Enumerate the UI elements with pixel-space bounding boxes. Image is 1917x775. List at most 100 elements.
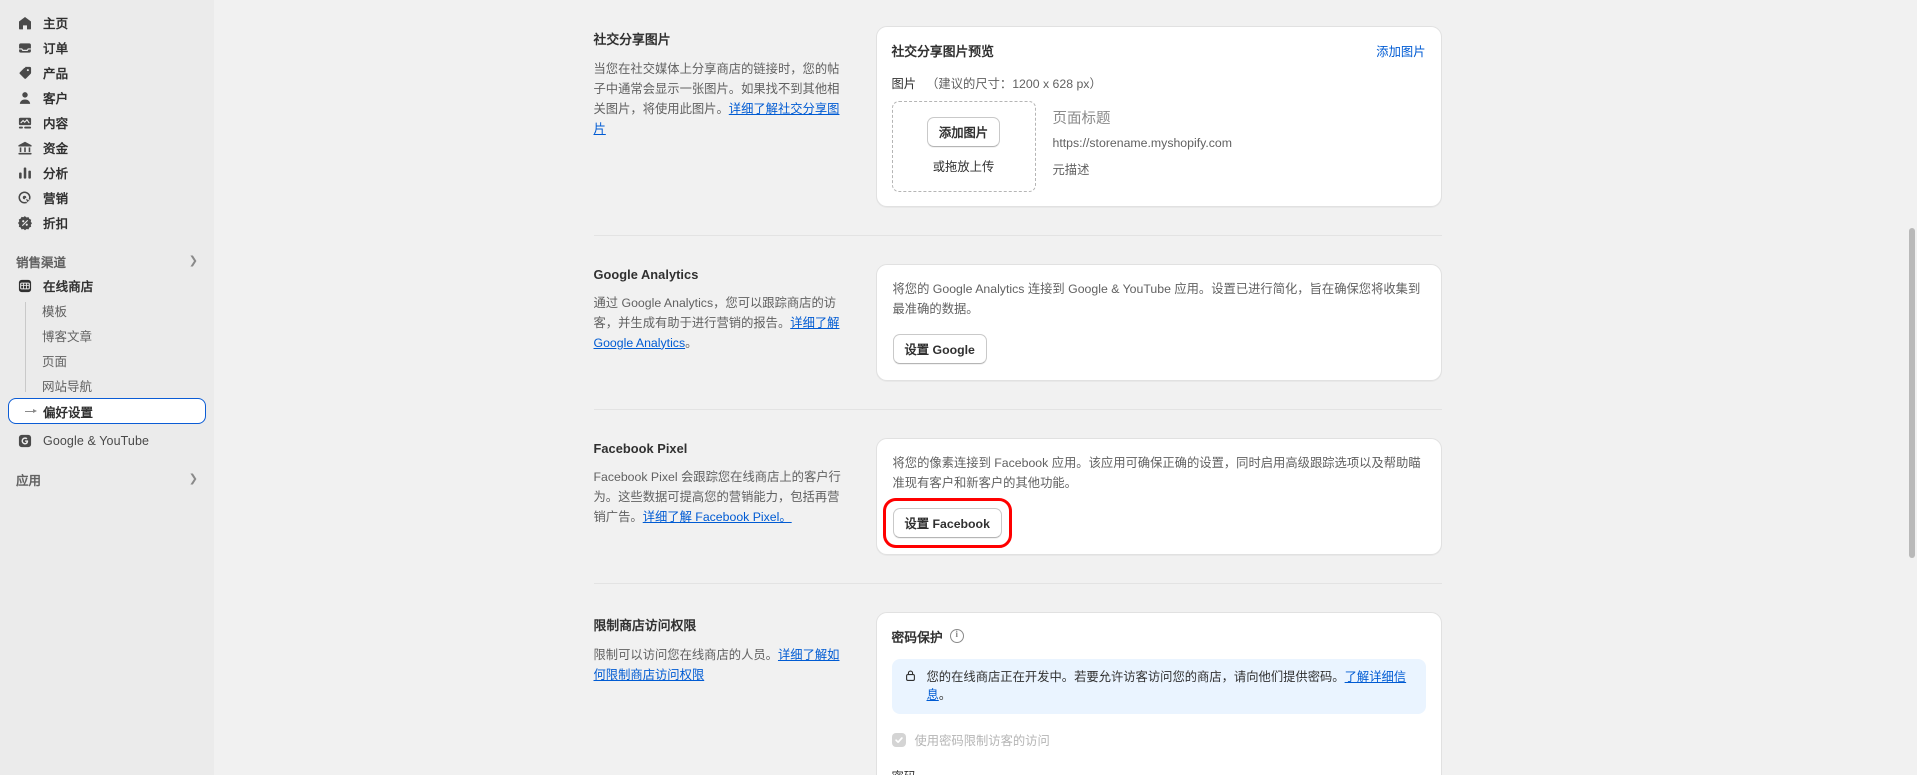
image-size-hint: （建议的尺寸：1200 x 628 px） xyxy=(926,77,1102,91)
google-analytics-card: 将您的 Google Analytics 连接到 Google & YouTub… xyxy=(875,264,1442,381)
analytics-icon xyxy=(16,164,33,181)
section-title: Facebook Pixel xyxy=(593,440,688,456)
main-content: 社交分享图片 当您在社交媒体上分享商店的链接时，您的帖子中通常会显示一张图片。如… xyxy=(214,0,1917,775)
sidebar-group-label: 销售渠道 xyxy=(16,255,67,270)
sidebar-item-label: 产品 xyxy=(43,67,69,81)
sidebar-item-label: 模板 xyxy=(42,305,68,319)
section-info: Google Analytics 通过 Google Analytics，您可以… xyxy=(594,264,842,381)
sidebar-item-label: 分析 xyxy=(43,167,69,181)
page-title: 社交分享图片 xyxy=(593,32,671,47)
sidebar-item-label: 折扣 xyxy=(43,217,69,231)
add-image-button[interactable]: 添加图片 xyxy=(926,117,1001,147)
card-title: 密码保护 xyxy=(891,629,943,645)
section-divider xyxy=(593,408,1442,410)
vertical-scrollbar[interactable] xyxy=(1909,228,1915,558)
section-info: Facebook Pixel Facebook Pixel 会跟踪您在线商店上的… xyxy=(594,438,842,555)
description-suffix: 。 xyxy=(685,335,698,350)
sidebar-item-label: 订单 xyxy=(43,42,69,56)
sidebar-item-marketing[interactable]: 营销 xyxy=(8,185,206,210)
section-description: 通过 Google Analytics，您可以跟踪商店的访客，并生成有助于进行营… xyxy=(594,294,842,354)
sidebar-item-label: 博客文章 xyxy=(42,330,93,344)
sidebar-item-home[interactable]: 主页 xyxy=(8,10,206,35)
section-divider xyxy=(593,235,1442,236)
dropzone-hint: 或拖放上传 xyxy=(932,160,995,174)
sidebar-group-label: 应用 xyxy=(16,473,42,488)
sidebar-item-label: 营销 xyxy=(43,192,69,206)
image-field-label: 图片 xyxy=(891,77,917,91)
section-description: 限制可以访问您在线商店的人员。详细了解如何限制商店访问权限 xyxy=(594,646,842,686)
image-field-label-row: 图片 （建议的尺寸：1200 x 628 px） xyxy=(892,74,1426,92)
sidebar-item-discounts[interactable]: 折扣 xyxy=(8,210,206,235)
section-google-analytics: Google Analytics 通过 Google Analytics，您可以… xyxy=(594,264,1442,409)
info-icon[interactable]: i xyxy=(949,629,964,644)
section-social-image: 社交分享图片 当您在社交媒体上分享商店的链接时，您的帖子中通常会显示一张图片。如… xyxy=(594,26,1442,235)
sidebar-item-content[interactable]: 内容 xyxy=(8,110,206,135)
sidebar-item-finance[interactable]: 资金 xyxy=(8,135,206,160)
learn-more-link[interactable]: 详细了解 Facebook Pixel。 xyxy=(643,510,792,524)
setup-google-button[interactable]: 设置 Google xyxy=(892,333,987,364)
orders-icon xyxy=(16,39,33,56)
section-description: Facebook Pixel 会跟踪您在线商店上的客户行为。这些数据可提高您的营… xyxy=(594,468,842,528)
sidebar-item-label: 客户 xyxy=(43,92,69,106)
sidebar: 主页 订单 产品 客户 内容 资金 分析 营销 折扣 销售渠道 ❯ 在线商店 模… xyxy=(0,0,214,775)
sidebar-item-label: 在线商店 xyxy=(43,280,94,294)
chevron-right-icon: ❯ xyxy=(188,254,198,267)
section-title: 限制商店访问权限 xyxy=(593,617,697,633)
setup-facebook-highlight: 设置 Facebook xyxy=(882,497,1012,548)
sidebar-item-customers[interactable]: 客户 xyxy=(8,85,206,110)
development-banner: 您的在线商店正在开发中。若要允许访客访问您的商店，请向他们提供密码。了解详细信息… xyxy=(891,658,1426,714)
sidebar-group-sales-channels[interactable]: 销售渠道 ❯ xyxy=(8,249,206,273)
checkbox-checked-icon[interactable] xyxy=(891,732,906,747)
image-dropzone[interactable]: 添加图片 或拖放上传 xyxy=(891,101,1036,192)
section-body: 密码保护 i 您的在线商店正在开发中。若要允许访客访问您的商店，请向他们提供密码… xyxy=(875,611,1442,775)
sidebar-item-pages[interactable]: 页面 xyxy=(8,348,206,373)
section-divider xyxy=(593,582,1442,584)
sidebar-item-online-store[interactable]: 在线商店 xyxy=(8,273,206,298)
checkbox-label: 使用密码限制访客的访问 xyxy=(914,733,1050,748)
banner-text: 您的在线商店正在开发中。若要允许访客访问您的商店，请向他们提供密码。了解详细信息… xyxy=(927,668,1414,705)
section-description: 当您在社交媒体上分享商店的链接时，您的帖子中通常会显示一张图片。如果找不到其他相… xyxy=(594,60,842,140)
lock-icon xyxy=(904,668,918,682)
facebook-pixel-card: 将您的像素连接到 Facebook 应用。该应用可确保正确的设置，同时启用高级跟… xyxy=(875,437,1442,555)
restrict-checkbox-row[interactable]: 使用密码限制访客的访问 xyxy=(891,731,1426,749)
marketing-icon xyxy=(16,189,33,206)
add-image-link[interactable]: 添加图片 xyxy=(1376,42,1425,60)
sidebar-item-analytics[interactable]: 分析 xyxy=(8,160,206,185)
password-protection-card: 密码保护 i 您的在线商店正在开发中。若要允许访客访问您的商店，请向他们提供密码… xyxy=(875,611,1442,775)
customers-icon xyxy=(16,89,33,106)
section-info: 社交分享图片 当您在社交媒体上分享商店的链接时，您的帖子中通常会显示一张图片。如… xyxy=(594,26,842,207)
sidebar-item-label: 内容 xyxy=(43,117,69,131)
home-icon xyxy=(16,14,33,31)
sidebar-item-products[interactable]: 产品 xyxy=(8,60,206,85)
card-header: 密码保护 i xyxy=(892,627,1426,646)
sidebar-item-google-youtube[interactable]: Google & YouTube xyxy=(8,428,206,453)
sidebar-item-label: 网站导航 xyxy=(42,380,93,394)
nav-spacer-2 xyxy=(0,453,214,467)
products-icon xyxy=(16,64,33,81)
google-youtube-icon xyxy=(16,432,33,449)
discounts-icon xyxy=(16,214,33,231)
sidebar-item-navigation[interactable]: 网站导航 xyxy=(8,373,206,398)
section-restrict-access: 限制商店访问权限 限制可以访问您在线商店的人员。详细了解如何限制商店访问权限 密… xyxy=(593,611,1442,775)
sidebar-item-orders[interactable]: 订单 xyxy=(8,35,206,60)
sidebar-subnav: 模板 博客文章 页面 网站导航 偏好设置 xyxy=(0,298,214,424)
card-text: 将您的 Google Analytics 连接到 Google & YouTub… xyxy=(892,282,1421,316)
section-title: Google Analytics xyxy=(593,267,699,282)
sidebar-item-preferences[interactable]: 偏好设置 xyxy=(8,398,206,424)
sidebar-item-themes[interactable]: 模板 xyxy=(8,298,206,323)
finance-icon xyxy=(16,139,33,156)
sidebar-item-blog-posts[interactable]: 博客文章 xyxy=(8,323,206,348)
chevron-right-icon: ❯ xyxy=(188,472,198,485)
sidebar-group-apps[interactable]: 应用 ❯ xyxy=(8,467,206,491)
banner-suffix: 。 xyxy=(938,688,952,703)
description-text: 限制可以访问您在线商店的人员。 xyxy=(593,647,778,662)
setup-facebook-button[interactable]: 设置 Facebook xyxy=(892,507,1002,538)
sidebar-item-label: 偏好设置 xyxy=(43,405,94,420)
section-facebook-pixel: Facebook Pixel Facebook Pixel 会跟踪您在线商店上的… xyxy=(594,437,1442,583)
preview-page-title: 页面标题 xyxy=(1052,111,1111,127)
card-header: 社交分享图片预览 添加图片 xyxy=(892,41,1426,60)
preview-meta-description: 元描述 xyxy=(1052,163,1090,177)
sidebar-item-label: 资金 xyxy=(43,142,69,156)
settings-content: 社交分享图片 当您在社交媒体上分享商店的链接时，您的帖子中通常会显示一张图片。如… xyxy=(593,0,1442,775)
card-text: 将您的像素连接到 Facebook 应用。该应用可确保正确的设置，同时启用高级跟… xyxy=(892,455,1421,490)
